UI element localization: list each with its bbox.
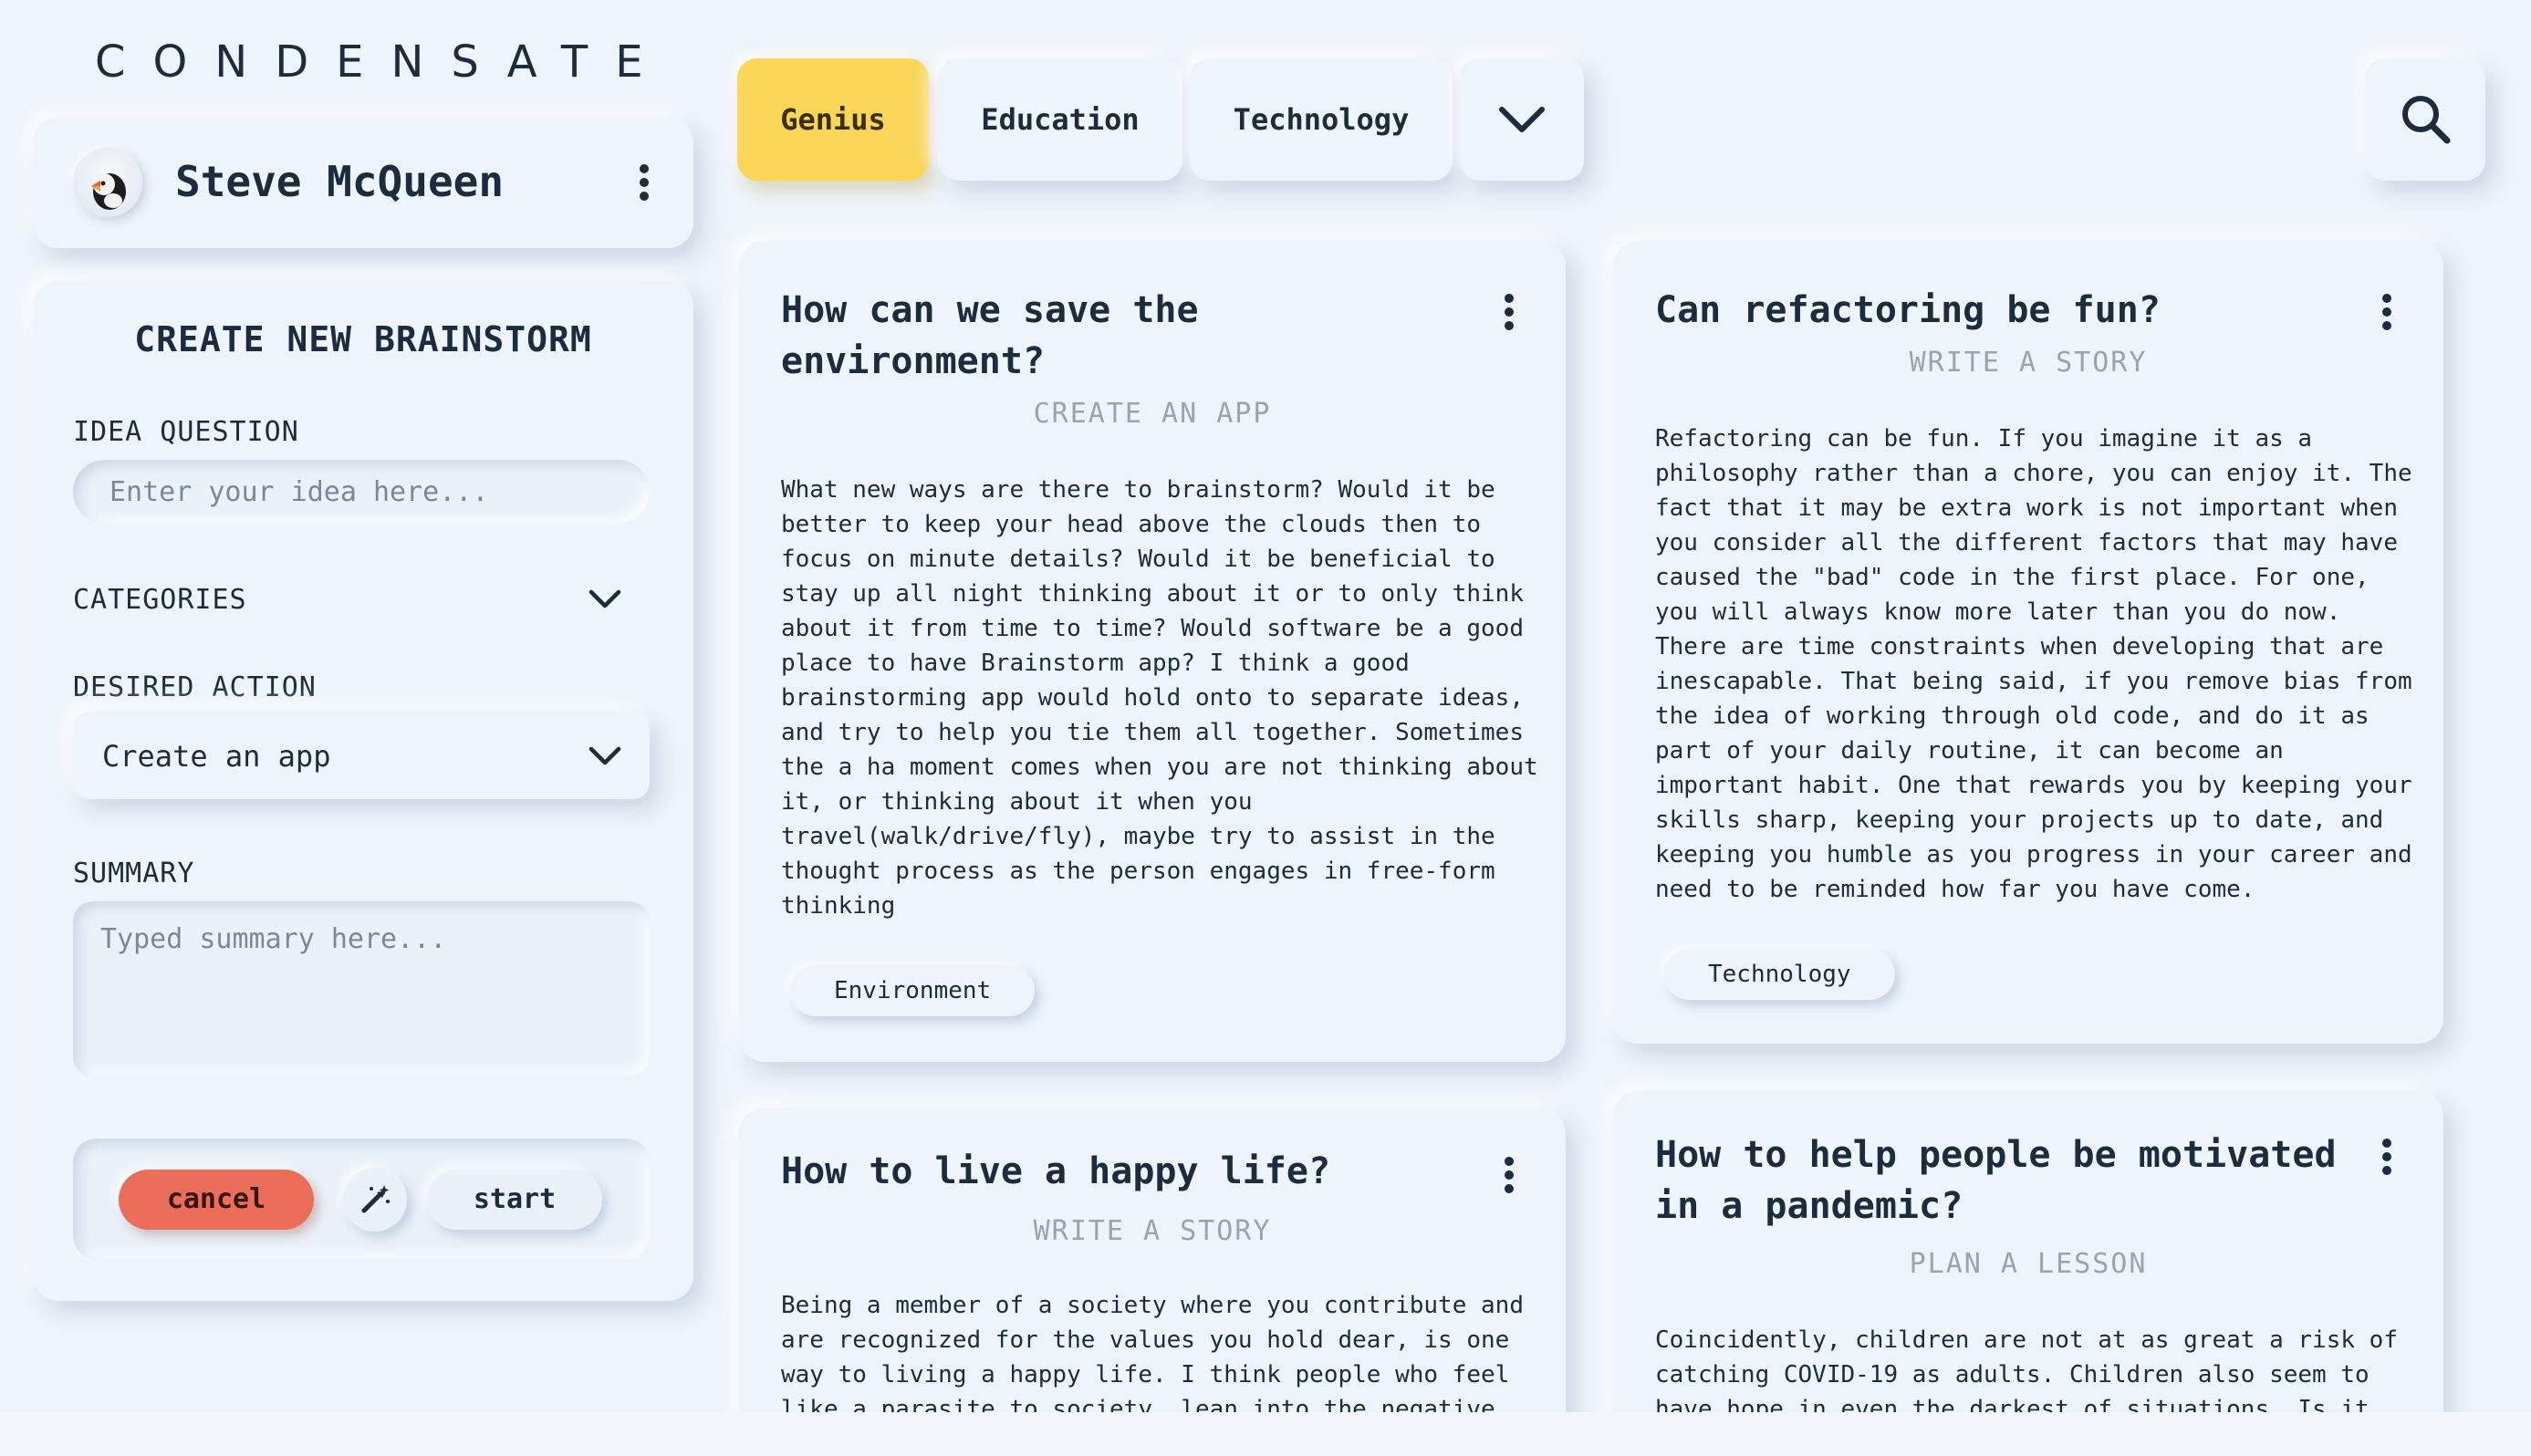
card-tag[interactable]: Technology [1664,949,1895,1000]
card-menu-icon[interactable] [1496,290,1522,334]
card-action: WRITE A STORY [1909,347,2148,379]
magic-button[interactable] [343,1168,407,1232]
tab-genius[interactable]: Genius [737,58,929,181]
app-logo: CONDENSATE [95,36,671,88]
start-button[interactable]: start [427,1170,602,1230]
card-title: Can refactoring be fun? [1655,289,2161,331]
desired-action-select[interactable]: Create an app [73,712,650,799]
profile-card: Steve McQueen [33,117,693,248]
card-action: WRITE A STORY [1033,1215,1272,1247]
cancel-button[interactable]: cancel [119,1170,314,1230]
create-brainstorm-panel: CREATE NEW BRAINSTORM IDEA QUESTION CATE… [33,281,693,1301]
idea-card[interactable]: Can refactoring be fun? WRITE A STORY Re… [1613,241,2443,1044]
card-title: How to live a happy life? [781,1150,1331,1192]
idea-card[interactable]: How can we save the environment? CREATE … [739,241,1566,1062]
categories-label: CATEGORIES [73,584,247,616]
idea-card[interactable]: How to help people be motivated in a pan… [1613,1091,2443,1456]
chevron-down-icon [1499,107,1545,132]
card-title: How can we save the environment? [781,289,1199,382]
idea-question-label: IDEA QUESTION [73,416,299,448]
avatar[interactable] [73,148,142,217]
card-body: Coincidently, children are not at as gre… [1655,1326,2398,1423]
magic-wand-icon [361,1185,390,1213]
card-action: CREATE AN APP [1033,398,1272,430]
card-body: Refactoring can be fun. If you imagine i… [1655,425,2412,903]
summary-label: SUMMARY [73,858,195,889]
panel-title: CREATE NEW BRAINSTORM [134,319,592,359]
window-bottom-edge [0,1412,2531,1456]
desired-action-label: DESIRED ACTION [73,671,317,703]
profile-name: Steve McQueen [175,157,505,206]
card-action: PLAN A LESSON [1909,1248,2148,1280]
tab-technology[interactable]: Technology [1190,58,1453,181]
profile-menu-icon[interactable] [631,161,657,204]
app-window: CONDENSATE Steve McQueen CREATE NEW BRAI… [0,0,2531,1456]
tab-education[interactable]: Education [938,58,1182,181]
card-body: Being a member of a society where you co… [781,1292,1524,1423]
more-tabs-button[interactable] [1460,58,1584,181]
idea-card[interactable]: How to live a happy life? WRITE A STORY … [739,1108,1566,1456]
action-button-tray: cancel start [73,1139,650,1259]
search-icon [2402,96,2451,144]
card-title: How to help people be motivated in a pan… [1655,1134,2337,1227]
categories-chevron-down-icon[interactable] [588,588,622,611]
card-body: What new ways are there to brainstorm? W… [781,476,1538,920]
summary-textarea[interactable] [73,901,650,1076]
desired-action-value: Create an app [102,739,331,774]
chevron-down-icon [588,744,622,768]
puffin-avatar-icon [91,173,126,210]
search-button[interactable] [2365,58,2485,181]
idea-question-input[interactable] [73,460,650,524]
card-menu-icon[interactable] [2374,1135,2400,1179]
card-menu-icon[interactable] [1496,1153,1522,1197]
card-menu-icon[interactable] [2374,290,2400,334]
card-tag[interactable]: Environment [790,965,1036,1016]
